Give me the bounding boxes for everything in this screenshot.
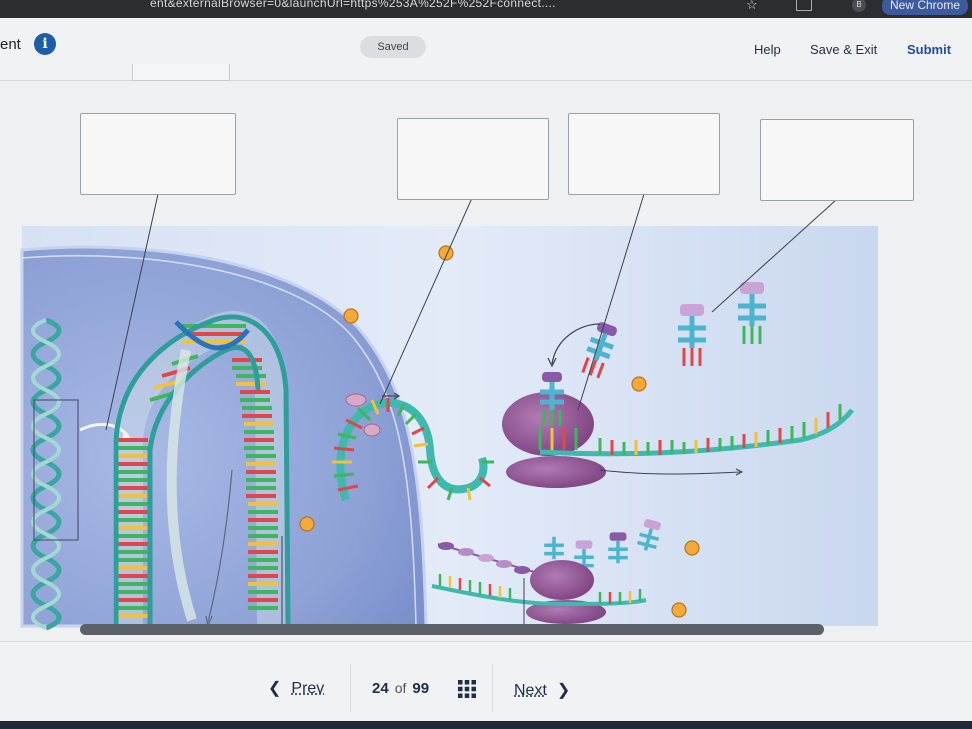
label-drop-target-2[interactable] bbox=[397, 118, 549, 200]
total-pages: 99 bbox=[412, 680, 430, 697]
horizontal-scrollbar[interactable] bbox=[80, 624, 824, 635]
submit-button[interactable]: Submit bbox=[907, 42, 951, 57]
page-of-label: of bbox=[394, 680, 407, 696]
bookmark-star-icon[interactable]: ☆ bbox=[746, 0, 758, 13]
label-drop-target-3[interactable] bbox=[568, 113, 720, 195]
profile-avatar[interactable]: B bbox=[852, 0, 866, 12]
page-indicator: 24 of 99 bbox=[372, 680, 429, 697]
address-bar[interactable]: ent&externalBrowser=0&launchUrl=https%25… bbox=[150, 0, 556, 10]
nav-divider bbox=[492, 664, 493, 712]
label-drop-target-4[interactable] bbox=[760, 119, 914, 201]
next-label: Next bbox=[514, 682, 547, 699]
browser-toolbar: ent&externalBrowser=0&launchUrl=https%25… bbox=[0, 0, 972, 18]
label-drop-target-1[interactable] bbox=[80, 113, 236, 195]
save-exit-button[interactable]: Save & Exit bbox=[810, 42, 877, 57]
assignment-title: ent bbox=[0, 36, 21, 53]
question-tab[interactable] bbox=[132, 64, 230, 81]
new-chrome-button[interactable]: New Chrome bbox=[882, 0, 969, 15]
nav-divider bbox=[350, 664, 351, 712]
question-grid-icon[interactable] bbox=[458, 680, 476, 698]
prev-label: Prev bbox=[291, 680, 325, 697]
chevron-left-icon: ❮ bbox=[268, 680, 282, 697]
taskbar-strip bbox=[0, 721, 972, 729]
info-icon[interactable]: i bbox=[34, 33, 56, 55]
question-navigation: ❮ Prev 24 of 99 Next ❯ bbox=[0, 641, 972, 722]
extensions-icon[interactable] bbox=[796, 0, 812, 11]
save-status-badge: Saved bbox=[360, 36, 426, 58]
chevron-right-icon: ❯ bbox=[556, 682, 571, 699]
prev-button[interactable]: ❮ Prev bbox=[268, 678, 324, 698]
next-button[interactable]: Next ❯ bbox=[514, 680, 570, 700]
help-button[interactable]: Help bbox=[754, 42, 781, 57]
current-page: 24 bbox=[372, 680, 389, 697]
